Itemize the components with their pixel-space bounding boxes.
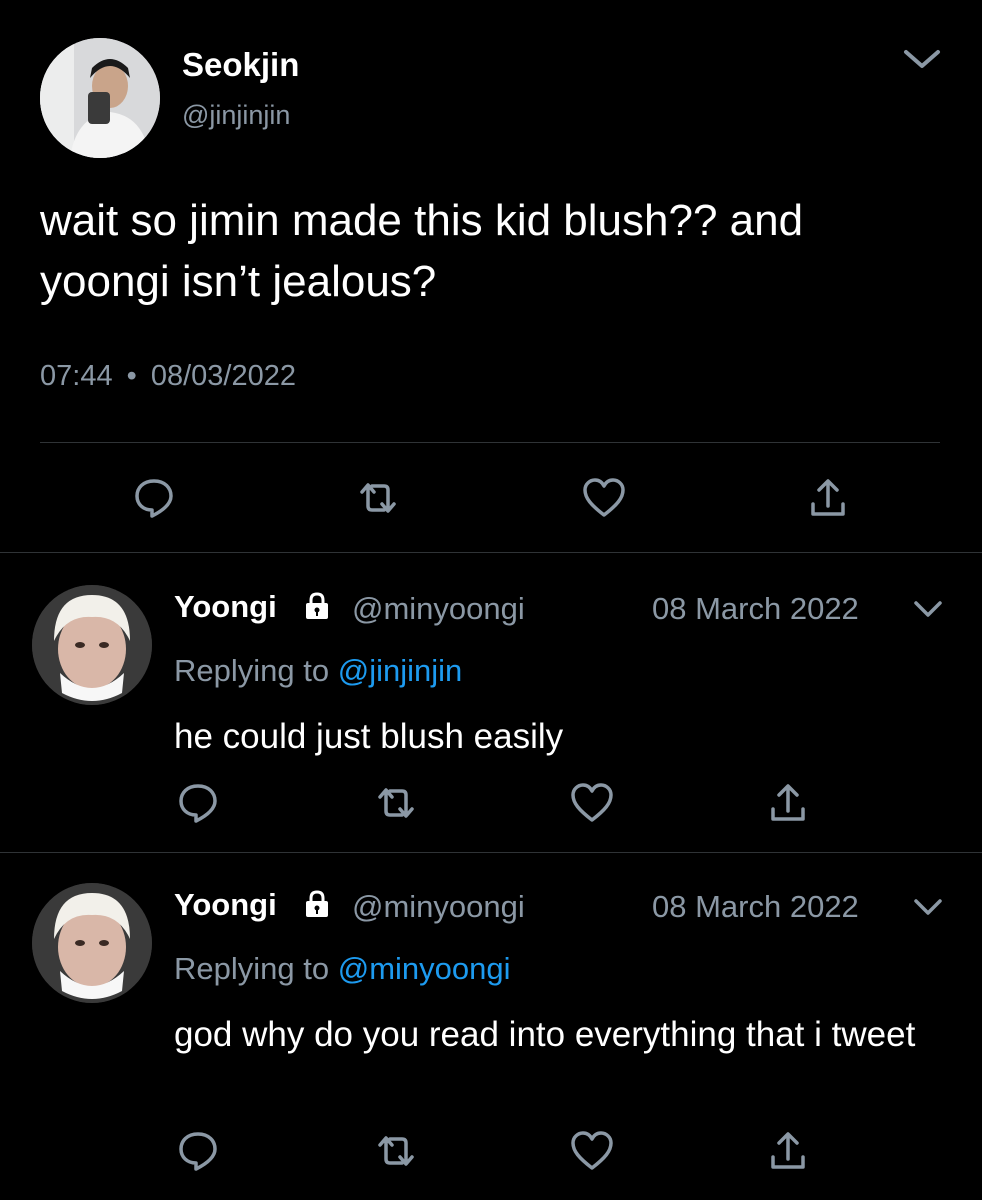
retweet-icon[interactable]	[352, 472, 404, 524]
author-handle[interactable]: @minyoongi	[352, 591, 525, 627]
action-bar	[0, 1125, 982, 1177]
divider	[40, 442, 940, 443]
tweet-date: 08/03/2022	[150, 360, 297, 392]
author-name[interactable]: Yoongi	[174, 589, 277, 625]
author-name[interactable]: Seokjin	[182, 46, 299, 84]
main-tweet: Seokjin @jinjinjin wait so jimin made th…	[0, 0, 982, 553]
tweet-timestamp[interactable]: 07:44 • 08/03/2022	[40, 360, 296, 393]
like-icon[interactable]	[578, 472, 630, 524]
action-bar	[0, 777, 982, 829]
tweet-text: god why do you read into everything that…	[174, 1015, 916, 1054]
reply-icon[interactable]	[128, 472, 180, 524]
reply-tweet[interactable]: Yoongi @minyoongi 08 March 2022 Replying…	[0, 553, 982, 853]
share-icon[interactable]	[802, 472, 854, 524]
chevron-down-icon[interactable]	[902, 44, 942, 74]
replying-to: Replying to @jinjinjin	[174, 653, 462, 689]
avatar[interactable]	[32, 585, 152, 705]
meta-separator: •	[126, 360, 137, 392]
tweet-text: wait so jimin made this kid blush?? and …	[40, 196, 804, 306]
reply-icon[interactable]	[172, 1125, 224, 1177]
retweet-icon[interactable]	[370, 777, 422, 829]
avatar[interactable]	[32, 883, 152, 1003]
mention-link[interactable]: @jinjinjin	[338, 653, 463, 688]
replying-prefix: Replying to	[174, 653, 330, 688]
mention-link[interactable]: @minyoongi	[338, 951, 511, 986]
like-icon[interactable]	[566, 777, 618, 829]
author-handle[interactable]: @minyoongi	[352, 889, 525, 925]
chevron-down-icon[interactable]	[912, 597, 944, 623]
tweet-text: he could just blush easily	[174, 717, 564, 756]
author-name[interactable]: Yoongi	[174, 887, 277, 923]
share-icon[interactable]	[762, 1125, 814, 1177]
reply-icon[interactable]	[172, 777, 224, 829]
author-handle[interactable]: @jinjinjin	[182, 100, 290, 131]
lock-icon	[302, 889, 332, 919]
share-icon[interactable]	[762, 777, 814, 829]
action-bar	[0, 472, 982, 524]
tweet-time: 07:44	[40, 360, 113, 392]
chevron-down-icon[interactable]	[912, 895, 944, 921]
replying-prefix: Replying to	[174, 951, 330, 986]
retweet-icon[interactable]	[370, 1125, 422, 1177]
avatar[interactable]	[40, 38, 160, 158]
like-icon[interactable]	[566, 1125, 618, 1177]
reply-date[interactable]: 08 March 2022	[652, 889, 859, 925]
lock-icon	[302, 591, 332, 621]
reply-date[interactable]: 08 March 2022	[652, 591, 859, 627]
replying-to: Replying to @minyoongi	[174, 951, 511, 987]
reply-tweet[interactable]: Yoongi @minyoongi 08 March 2022 Replying…	[0, 853, 982, 1200]
